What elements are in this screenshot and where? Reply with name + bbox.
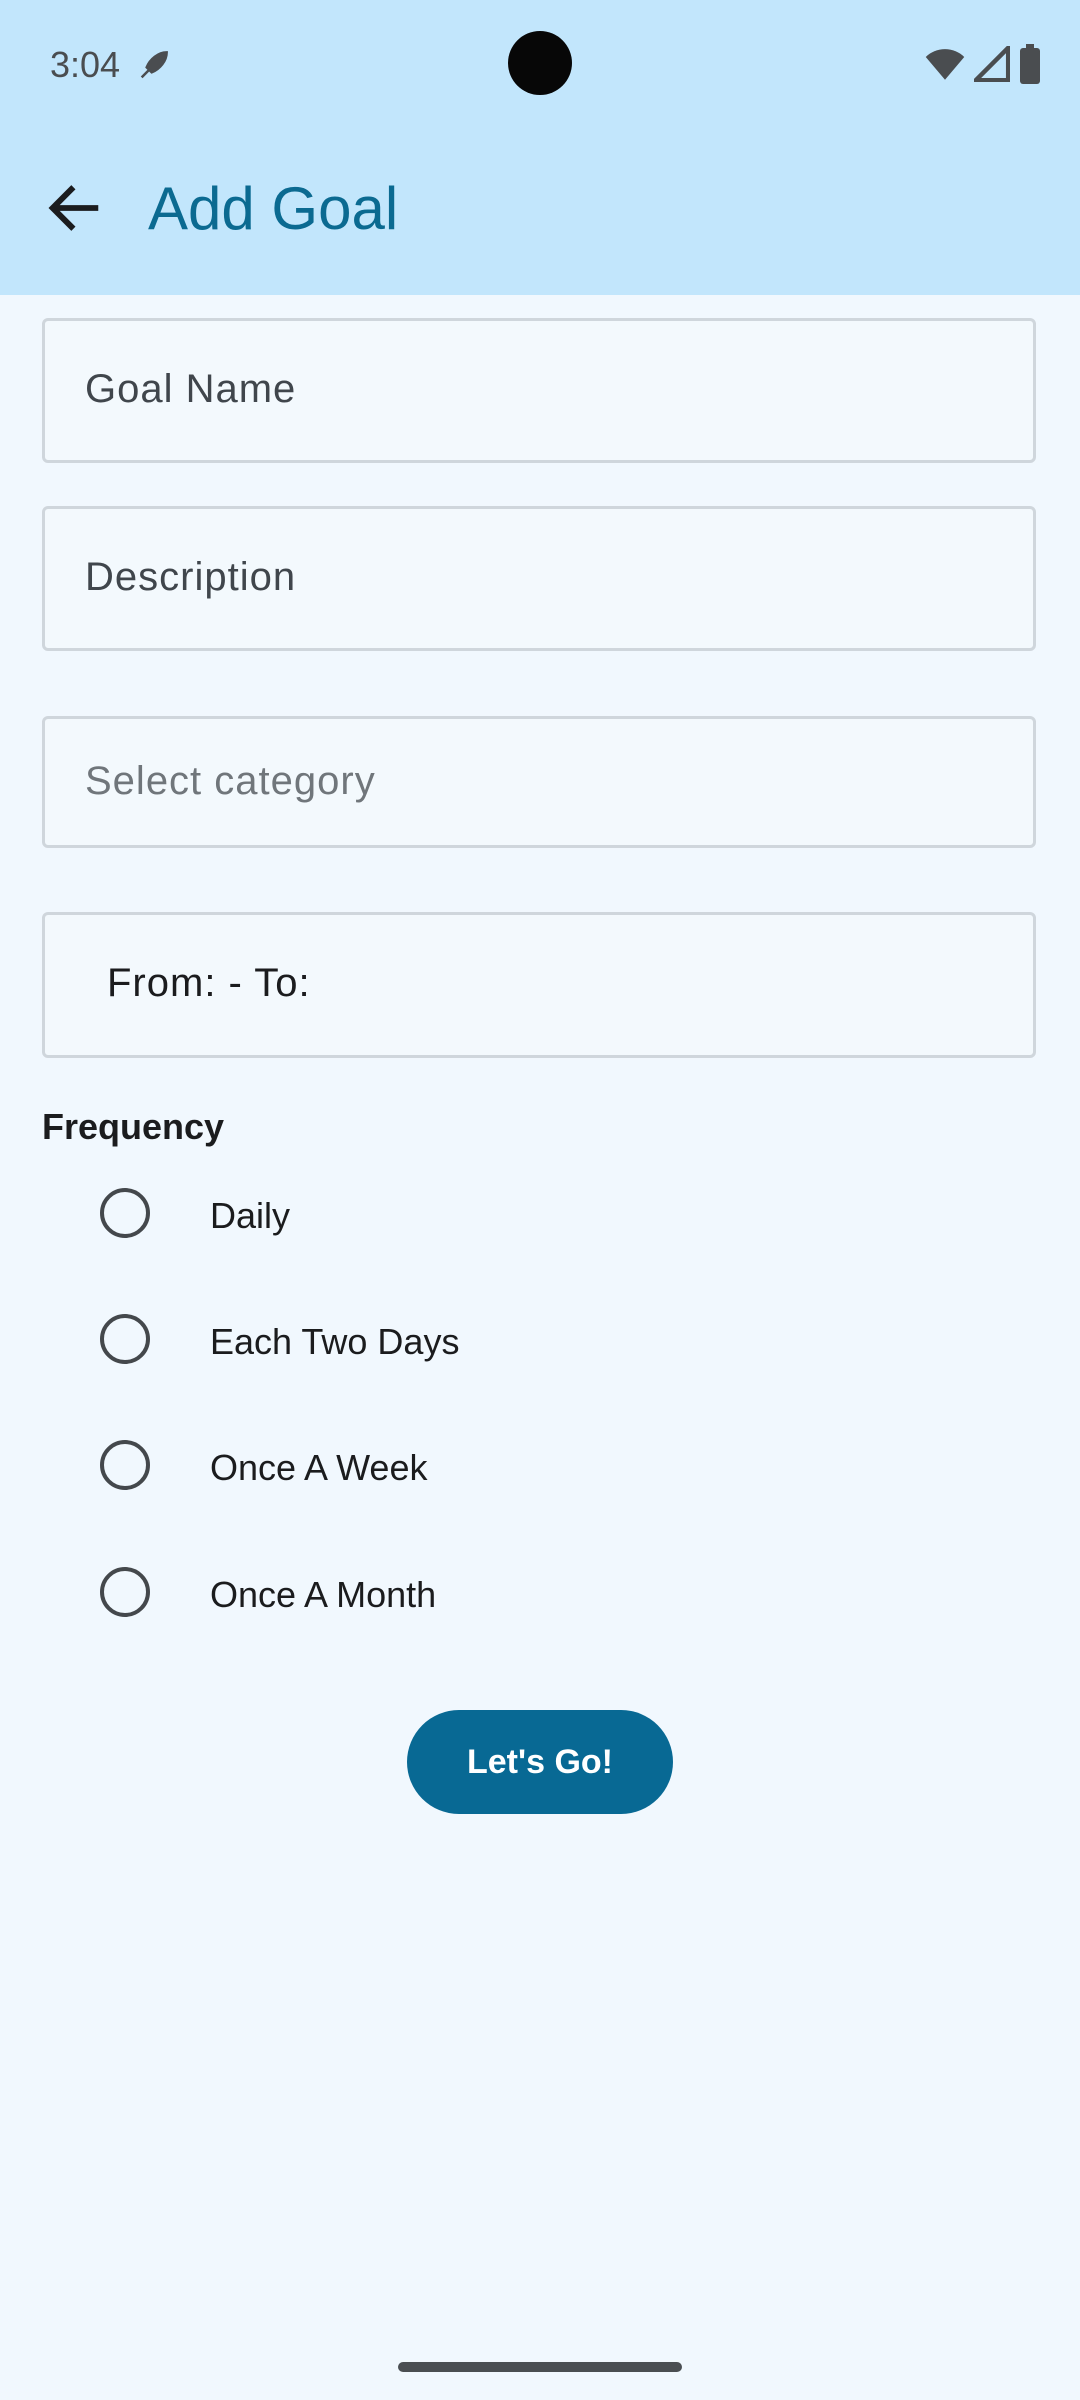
arrow-back-icon[interactable] xyxy=(42,176,106,240)
category-select[interactable]: Select category xyxy=(42,716,1036,848)
camera-cutout xyxy=(508,31,572,95)
date-range-text: From: - To: xyxy=(107,961,311,1005)
home-indicator[interactable] xyxy=(398,2362,682,2372)
status-icons xyxy=(924,44,1042,84)
frequency-label: Frequency xyxy=(42,1106,225,1147)
battery-icon xyxy=(1020,44,1040,84)
lets-go-button[interactable]: Let's Go! xyxy=(407,1710,673,1814)
goal-name-field[interactable]: Goal Name xyxy=(42,318,1036,463)
radio-button[interactable] xyxy=(100,1440,150,1490)
wifi-icon xyxy=(925,49,965,80)
radio-button[interactable] xyxy=(100,1188,150,1238)
description-placeholder: Description xyxy=(85,555,297,599)
radio-label: Each Two Days xyxy=(210,1321,460,1362)
signal-icon xyxy=(974,46,1010,82)
date-range-field[interactable]: From: - To: xyxy=(42,912,1036,1058)
radio-label: Once A Week xyxy=(210,1447,428,1488)
status-time: 3:04 xyxy=(50,44,121,85)
radio-label: Daily xyxy=(210,1195,291,1236)
top-app-bar: 3:04 Add Goal xyxy=(0,0,1080,295)
radio-button[interactable] xyxy=(100,1314,150,1364)
goal-name-placeholder: Goal Name xyxy=(85,367,297,411)
category-placeholder: Select category xyxy=(85,759,376,803)
page-title: Add Goal xyxy=(148,175,399,242)
radio-button[interactable] xyxy=(100,1567,150,1617)
rocket-icon xyxy=(140,51,168,79)
description-field[interactable]: Description xyxy=(42,506,1036,651)
radio-label: Once A Month xyxy=(210,1574,437,1615)
